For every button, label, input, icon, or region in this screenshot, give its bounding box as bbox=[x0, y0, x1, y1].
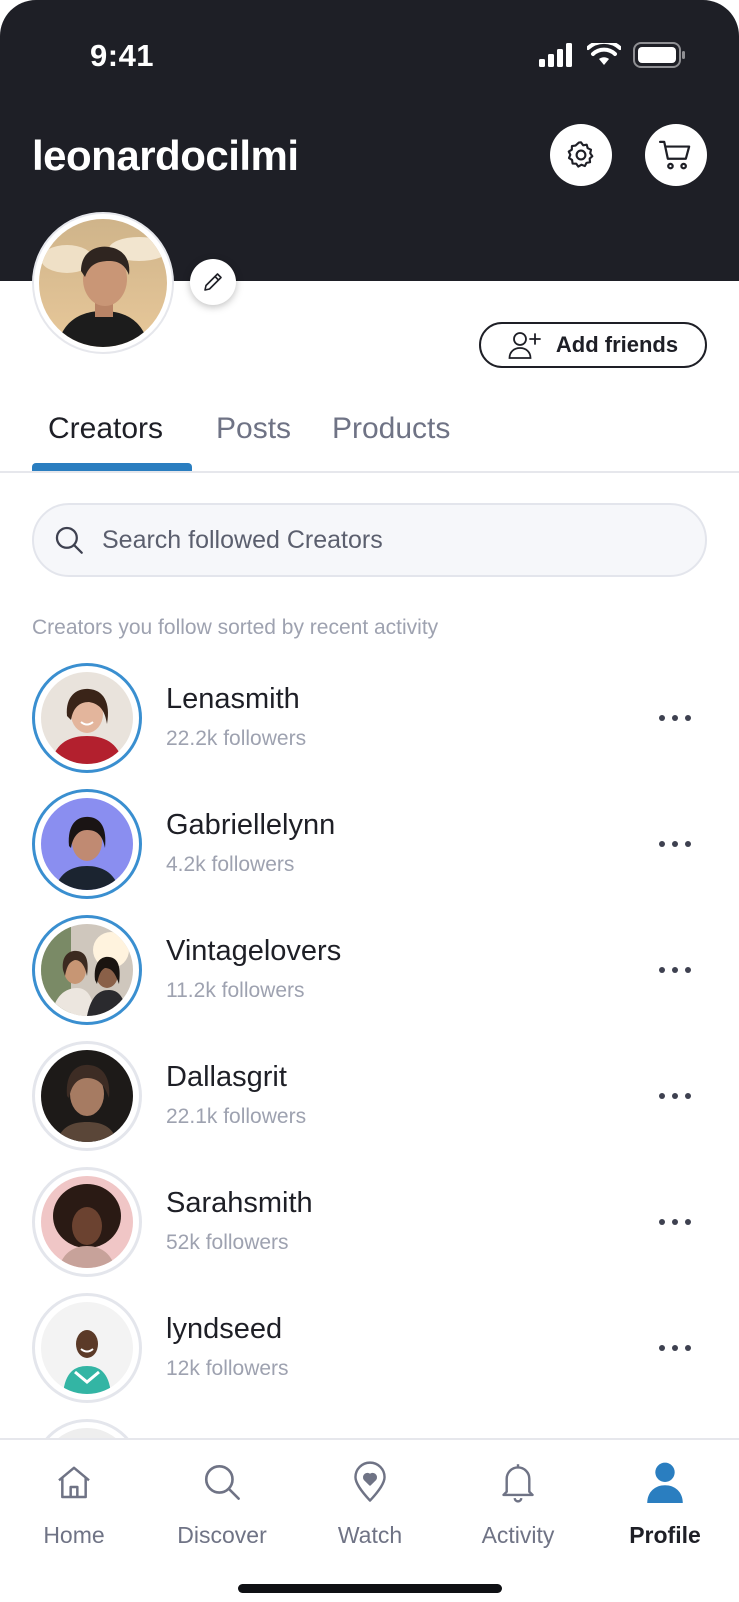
home-indicator bbox=[238, 1584, 502, 1593]
active-tab-indicator bbox=[32, 463, 192, 471]
list-item[interactable]: Vintagelovers 11.2k followers bbox=[0, 915, 739, 1035]
list-item[interactable]: Dallasgrit 22.1k followers bbox=[0, 1041, 739, 1161]
avatar[interactable] bbox=[32, 663, 142, 773]
more-options-button[interactable] bbox=[650, 1336, 700, 1360]
add-person-icon bbox=[508, 332, 541, 359]
bell-icon bbox=[502, 1464, 534, 1503]
tab-watch-label: Watch bbox=[337, 1522, 403, 1548]
tab-watch[interactable]: Watch bbox=[296, 1440, 444, 1560]
tab-discover-label: Discover bbox=[177, 1522, 267, 1548]
profile-avatar[interactable] bbox=[32, 212, 174, 354]
creator-name: Sarahsmith bbox=[166, 1187, 313, 1219]
tab-home-label: Home bbox=[43, 1522, 105, 1548]
creator-followers: 11.2k followers bbox=[166, 979, 305, 1002]
pencil-icon bbox=[204, 273, 222, 291]
tab-creators[interactable]: Creators bbox=[48, 412, 163, 446]
creator-followers: 22.1k followers bbox=[166, 1105, 307, 1128]
creator-name: Vintagelovers bbox=[166, 935, 342, 967]
signal-icon bbox=[539, 43, 572, 67]
creator-name: Lenasmith bbox=[166, 683, 300, 715]
tab-activity[interactable]: Activity bbox=[444, 1440, 592, 1560]
gear-icon bbox=[567, 141, 594, 168]
list-item[interactable]: Lenasmith 22.2k followers bbox=[0, 663, 739, 783]
creator-name: Gabriellelynn bbox=[166, 809, 336, 841]
settings-button[interactable] bbox=[550, 124, 612, 186]
more-options-button[interactable] bbox=[650, 706, 700, 730]
creator-followers: 22.2k followers bbox=[166, 727, 307, 750]
more-options-button[interactable] bbox=[650, 958, 700, 982]
tab-home[interactable]: Home bbox=[0, 1440, 148, 1560]
bottom-tab-bar: Home Discover Watch Activity Profile bbox=[0, 1438, 739, 1602]
creator-name: Dallasgrit bbox=[166, 1061, 287, 1093]
edit-avatar-button[interactable] bbox=[190, 259, 236, 305]
person-icon bbox=[647, 1462, 683, 1503]
tab-activity-label: Activity bbox=[481, 1522, 555, 1548]
battery-icon bbox=[633, 42, 685, 68]
more-options-button[interactable] bbox=[650, 1210, 700, 1234]
creator-name: lyndseed bbox=[166, 1313, 283, 1345]
more-options-button[interactable] bbox=[650, 832, 700, 856]
add-friends-button[interactable]: Add friends bbox=[479, 322, 707, 368]
search-icon bbox=[55, 526, 83, 554]
location-heart-icon bbox=[354, 1461, 386, 1502]
profile-username: leonardocilmi bbox=[32, 132, 299, 179]
section-hint: Creators you follow sorted by recent act… bbox=[32, 616, 439, 639]
list-item[interactable]: Sarahsmith 52k followers bbox=[0, 1167, 739, 1287]
wifi-icon bbox=[587, 43, 621, 65]
cart-icon bbox=[658, 140, 691, 170]
search-bar[interactable] bbox=[32, 503, 707, 577]
profile-tabs: Creators Posts Products bbox=[0, 395, 739, 473]
avatar[interactable] bbox=[32, 915, 142, 1025]
search-icon bbox=[204, 1464, 240, 1500]
tab-posts[interactable]: Posts bbox=[216, 412, 291, 446]
avatar-photo bbox=[39, 219, 167, 347]
more-options-button[interactable] bbox=[650, 1084, 700, 1108]
tab-products[interactable]: Products bbox=[332, 412, 450, 446]
avatar[interactable] bbox=[32, 1041, 142, 1151]
search-input[interactable] bbox=[102, 505, 662, 575]
avatar[interactable] bbox=[32, 789, 142, 899]
tab-discover[interactable]: Discover bbox=[148, 1440, 296, 1560]
avatar[interactable] bbox=[32, 1167, 142, 1277]
list-item[interactable]: Gabriellelynn 4.2k followers bbox=[0, 789, 739, 909]
creator-followers: 4.2k followers bbox=[166, 853, 295, 876]
home-icon bbox=[58, 1466, 90, 1499]
add-friends-label: Add friends bbox=[555, 332, 679, 357]
tab-profile[interactable]: Profile bbox=[591, 1440, 739, 1560]
tab-profile-label: Profile bbox=[629, 1522, 701, 1548]
creator-followers: 52k followers bbox=[166, 1231, 289, 1254]
list-item[interactable]: lyndseed 12k followers bbox=[0, 1293, 739, 1413]
creator-followers: 12k followers bbox=[166, 1357, 289, 1380]
status-icons bbox=[539, 42, 687, 68]
status-time: 9:41 bbox=[90, 38, 155, 73]
avatar[interactable] bbox=[32, 1293, 142, 1403]
cart-button[interactable] bbox=[645, 124, 707, 186]
